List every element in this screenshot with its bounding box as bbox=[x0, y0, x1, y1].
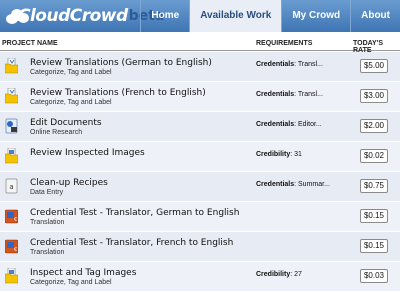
task-title[interactable]: Inspect and Tag Images bbox=[30, 268, 136, 278]
task-row[interactable]: Inspect and Tag Images Categorize, Tag a… bbox=[0, 262, 400, 292]
brand-name: CloudCrowd bbox=[18, 6, 128, 26]
task-title[interactable]: Review Translations (German to English) bbox=[30, 58, 212, 68]
task-title[interactable]: Credential Test - Translator, German to … bbox=[30, 208, 239, 218]
folder-translate-icon bbox=[5, 58, 18, 74]
edit-document-icon bbox=[5, 118, 18, 134]
rate-badge: $2.00 bbox=[360, 119, 388, 133]
table-header: PROJECT NAME REQUIREMENTS TODAY'S RATE bbox=[0, 38, 400, 54]
task-requirement: Credentials: Summar... bbox=[256, 181, 330, 188]
task-requirement: Credibility: 27 bbox=[256, 271, 302, 278]
task-category: Categorize, Tag and Label bbox=[30, 99, 112, 106]
task-title[interactable]: Edit Documents bbox=[30, 118, 102, 128]
main-nav: Home Available Work My Crowd About bbox=[140, 0, 400, 32]
nav-available-work[interactable]: Available Work bbox=[189, 0, 282, 32]
requirement-value: : Summar... bbox=[294, 181, 330, 188]
requirement-value: : 31 bbox=[290, 151, 302, 158]
rate-badge: $0.02 bbox=[360, 149, 388, 163]
nav-my-crowd[interactable]: My Crowd bbox=[281, 0, 350, 32]
col-project-name: PROJECT NAME bbox=[2, 40, 58, 47]
rate-badge: $0.15 bbox=[360, 239, 388, 253]
requirement-label: Credentials bbox=[256, 121, 295, 128]
requirement-value: : Editor... bbox=[294, 121, 322, 128]
requirement-label: Credibility bbox=[256, 151, 291, 158]
task-requirement: Credibility: 31 bbox=[256, 151, 302, 158]
rate-badge: $0.03 bbox=[360, 269, 388, 283]
svg-text:€: € bbox=[14, 247, 17, 253]
task-requirement: Credentials: Transl... bbox=[256, 91, 323, 98]
requirement-value: : Transl... bbox=[294, 61, 323, 68]
top-header: CloudCrowd beta Home Available Work My Cr… bbox=[0, 0, 400, 32]
col-requirements: REQUIREMENTS bbox=[256, 40, 313, 47]
requirement-label: Credentials bbox=[256, 181, 295, 188]
task-row[interactable]: Review Translations (French to English) … bbox=[0, 82, 400, 112]
requirement-value: : Transl... bbox=[294, 91, 323, 98]
rate-badge: $0.75 bbox=[360, 179, 388, 193]
task-row[interactable]: € Credential Test - Translator, French t… bbox=[0, 232, 400, 262]
task-title[interactable]: Credential Test - Translator, French to … bbox=[30, 238, 233, 248]
task-row[interactable]: Review Translations (German to English) … bbox=[0, 52, 400, 82]
requirement-label: Credentials bbox=[256, 61, 295, 68]
nav-home[interactable]: Home bbox=[140, 0, 189, 32]
nav-about[interactable]: About bbox=[350, 0, 400, 32]
task-category: Translation bbox=[30, 249, 65, 256]
task-row[interactable]: € Credential Test - Translator, German t… bbox=[0, 202, 400, 232]
task-row[interactable]: Edit Documents Online Research Credentia… bbox=[0, 112, 400, 142]
task-row[interactable]: a Clean-up Recipes Data Entry Credential… bbox=[0, 172, 400, 202]
task-category: Data Entry bbox=[30, 189, 64, 196]
task-list: Review Translations (German to English) … bbox=[0, 52, 400, 292]
rate-badge: $3.00 bbox=[360, 89, 388, 103]
svg-text:€: € bbox=[14, 217, 17, 223]
translation-test-icon: € bbox=[5, 238, 18, 254]
task-category: Categorize, Tag and Label bbox=[30, 69, 112, 76]
requirement-value: : 27 bbox=[290, 271, 302, 278]
folder-translate-icon bbox=[5, 88, 18, 104]
requirement-label: Credibility bbox=[256, 271, 291, 278]
task-title[interactable]: Clean-up Recipes bbox=[30, 178, 108, 188]
translation-test-icon: € bbox=[5, 208, 18, 224]
task-category: Online Research bbox=[30, 129, 83, 136]
rate-badge: $0.15 bbox=[360, 209, 388, 223]
task-title[interactable]: Review Translations (French to English) bbox=[30, 88, 206, 98]
rate-badge: $5.00 bbox=[360, 59, 388, 73]
task-row[interactable]: Review Inspected Images Credibility: 31 … bbox=[0, 142, 400, 172]
folder-images-icon bbox=[5, 268, 18, 284]
recipe-text-icon: a bbox=[5, 178, 18, 194]
requirement-label: Credentials bbox=[256, 91, 295, 98]
task-title[interactable]: Review Inspected Images bbox=[30, 148, 145, 158]
task-category: Translation bbox=[30, 219, 65, 226]
svg-text:a: a bbox=[9, 183, 13, 191]
task-requirement: Credentials: Editor... bbox=[256, 121, 322, 128]
folder-images-icon bbox=[5, 148, 18, 164]
task-requirement: Credentials: Transl... bbox=[256, 61, 323, 68]
task-category: Categorize, Tag and Label bbox=[30, 279, 112, 286]
